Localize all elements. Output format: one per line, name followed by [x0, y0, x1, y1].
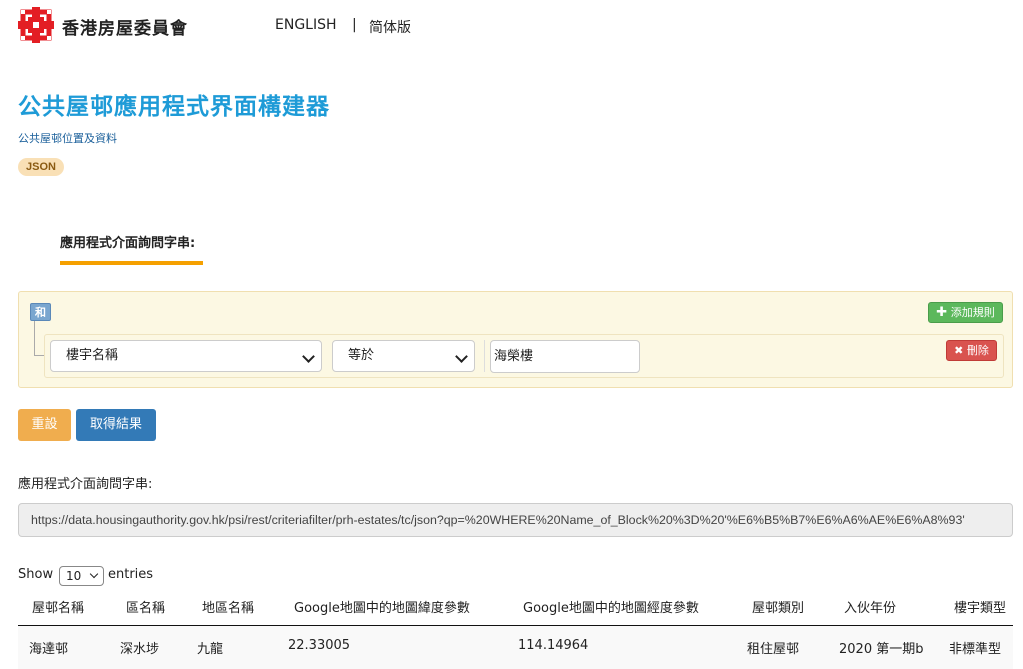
api-query-label: 應用程式介面詢問字串: [18, 477, 153, 492]
json-badge: JSON [18, 158, 64, 176]
delete-rule-button[interactable]: ✖ 刪除 [946, 340, 997, 361]
cell-estate-type: 租住屋邨 [747, 642, 800, 657]
column-header-building-type[interactable]: 樓宇類型 [954, 597, 1006, 616]
column-header-latitude[interactable]: Google地圖中的地圖緯度參數 [294, 597, 470, 616]
get-results-button[interactable]: 取得結果 [76, 409, 156, 441]
chevron-down-icon [455, 350, 468, 363]
housing-authority-logo-icon[interactable] [18, 7, 54, 43]
column-header-estate-type[interactable]: 屋邨類別 [752, 597, 804, 616]
api-url-field[interactable]: https://data.housingauthority.gov.hk/psi… [18, 503, 1013, 537]
cell-region: 九龍 [197, 642, 224, 657]
chevron-down-icon [89, 569, 99, 579]
column-header-intake-year[interactable]: 入伙年份 [844, 597, 896, 616]
reset-button[interactable]: 重設 [18, 409, 71, 441]
cell-intake-year: 2020 第一期b [839, 642, 924, 657]
lang-simplified-link[interactable]: 简体版 [369, 17, 411, 37]
add-rule-label: 添加規則 [950, 306, 995, 319]
rule-field-select[interactable]: 樓宇名稱 [50, 340, 322, 372]
entries-label: entries [108, 567, 154, 582]
page-title: 公共屋邨應用程式界面構建器 [18, 94, 330, 120]
cell-longitude: 114.14964 [518, 638, 589, 653]
tab-active-underline [60, 261, 203, 265]
add-rule-button[interactable]: ✚ 添加規則 [928, 302, 1003, 323]
group-condition-and[interactable]: 和 [30, 303, 51, 321]
close-icon: ✖ [954, 344, 964, 357]
column-header-estate-name[interactable]: 屋邨名稱 [32, 597, 84, 616]
cell-district: 深水埗 [120, 642, 160, 657]
cell-estate-name: 海達邨 [29, 642, 69, 657]
rule-value-input[interactable]: 海榮樓 [490, 340, 640, 373]
tab-api-query[interactable]: 應用程式介面詢問字串: [60, 232, 195, 251]
column-header-region[interactable]: 地區名稱 [202, 597, 254, 616]
cell-latitude: 22.33005 [288, 638, 351, 653]
cell-building-type: 非標準型 [949, 642, 1002, 657]
lang-separator: | [352, 17, 357, 33]
org-name[interactable]: 香港房屋委員會 [62, 14, 188, 39]
lang-english-link[interactable]: ENGLISH [275, 17, 337, 33]
delete-rule-label: 刪除 [966, 344, 989, 357]
rule-field-value: 樓宇名稱 [66, 348, 119, 363]
rule-divider [484, 340, 485, 372]
chevron-down-icon [302, 350, 315, 363]
rule-operator-value: 等於 [348, 348, 375, 363]
page-size-value: 10 [66, 569, 82, 583]
show-label: Show [18, 567, 54, 582]
page-size-select[interactable]: 10 [59, 566, 104, 586]
column-header-longitude[interactable]: Google地圖中的地圖經度參數 [523, 597, 699, 616]
rule-operator-select[interactable]: 等於 [332, 340, 475, 372]
plus-icon: ✚ [936, 305, 948, 320]
page-subtitle: 公共屋邨位置及資料 [18, 132, 117, 145]
column-header-district[interactable]: 區名稱 [126, 597, 165, 616]
